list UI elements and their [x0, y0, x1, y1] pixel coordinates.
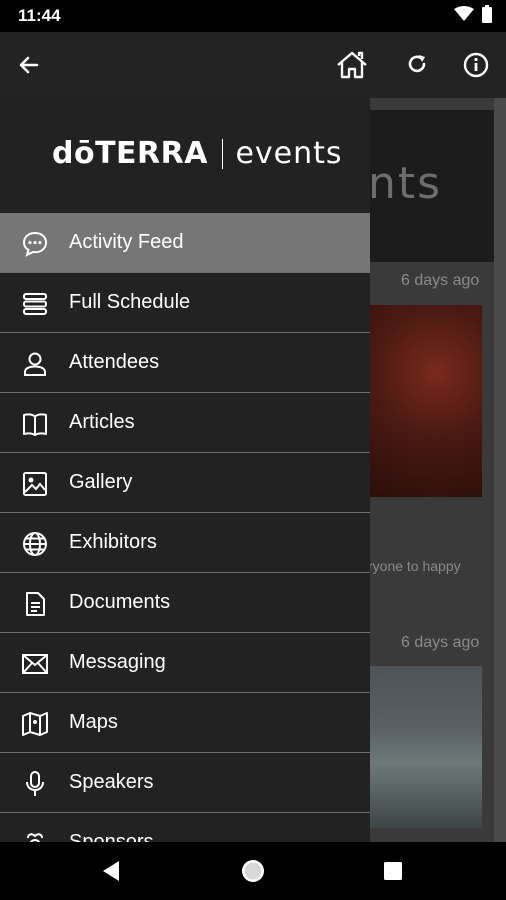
- back-triangle-icon[interactable]: [97, 857, 125, 885]
- status-icons: [454, 4, 492, 28]
- stack-icon: [21, 290, 49, 318]
- menu-item-label: Exhibitors: [69, 531, 157, 553]
- menu-item-attendees[interactable]: Attendees: [0, 333, 370, 393]
- banner-text: nts: [368, 158, 443, 209]
- menu-item-label: Maps: [69, 711, 118, 733]
- menu-item-documents[interactable]: Documents: [0, 573, 370, 633]
- info-icon[interactable]: [457, 46, 495, 84]
- menu-item-articles[interactable]: Articles: [0, 393, 370, 453]
- refresh-icon[interactable]: [398, 46, 436, 84]
- menu-item-sponsors[interactable]: Sponsors: [0, 813, 370, 842]
- microphone-icon: [21, 770, 49, 798]
- image-icon: [21, 470, 49, 498]
- post-photo: [368, 666, 482, 828]
- menu-item-label: Articles: [69, 411, 135, 433]
- post-timestamp: 6 days ago: [401, 272, 480, 289]
- status-time: 11:44: [18, 6, 61, 25]
- system-navigation-bar: [0, 842, 506, 900]
- book-icon: [21, 410, 49, 438]
- status-bar: 11:44: [0, 0, 506, 32]
- post-photo: [368, 305, 482, 497]
- menu-item-label: Full Schedule: [69, 291, 191, 313]
- menu-item-label: Speakers: [69, 771, 154, 793]
- menu-item-gallery[interactable]: Gallery: [0, 453, 370, 513]
- logo-brand: dōTERRA: [52, 136, 208, 171]
- post-timestamp: 6 days ago: [401, 634, 480, 651]
- event-banner: nts: [368, 110, 494, 262]
- recents-square-icon[interactable]: [379, 857, 407, 885]
- drawer-menu: Activity Feed Full Schedule Attendees Ar…: [0, 213, 370, 842]
- navigation-drawer: dōTERRA events Activity Feed Full Schedu…: [0, 98, 370, 842]
- app-bar: [0, 32, 506, 98]
- doterra-events-logo: dōTERRA events: [52, 136, 343, 171]
- wifi-icon: [454, 5, 474, 27]
- menu-item-activity-feed[interactable]: Activity Feed: [0, 213, 370, 273]
- menu-item-label: Messaging: [69, 651, 166, 673]
- logo-divider: [221, 138, 224, 169]
- post-text: ryone to happy: [368, 558, 461, 574]
- menu-item-label: Attendees: [69, 351, 160, 373]
- menu-item-messaging[interactable]: Messaging: [0, 633, 370, 693]
- menu-item-maps[interactable]: Maps: [0, 693, 370, 753]
- menu-item-label: Activity Feed: [69, 231, 184, 253]
- chat-bubble-icon: [21, 230, 49, 258]
- menu-item-label: Sponsors: [69, 831, 154, 842]
- document-icon: [21, 590, 49, 618]
- map-icon: [21, 710, 49, 738]
- scroll-edge: [494, 98, 506, 842]
- menu-item-full-schedule[interactable]: Full Schedule: [0, 273, 370, 333]
- menu-item-exhibitors[interactable]: Exhibitors: [0, 513, 370, 573]
- person-icon: [21, 350, 49, 378]
- battery-icon: [482, 4, 492, 28]
- menu-item-label: Documents: [69, 591, 171, 613]
- home-icon[interactable]: [333, 46, 371, 84]
- menu-item-label: Gallery: [69, 471, 133, 493]
- home-circle-icon[interactable]: [239, 857, 267, 885]
- sponsor-icon: [21, 830, 49, 842]
- back-arrow-icon[interactable]: [10, 46, 48, 84]
- menu-item-speakers[interactable]: Speakers: [0, 753, 370, 813]
- globe-icon: [21, 530, 49, 558]
- envelope-icon: [21, 650, 49, 678]
- logo-word: events: [235, 136, 343, 171]
